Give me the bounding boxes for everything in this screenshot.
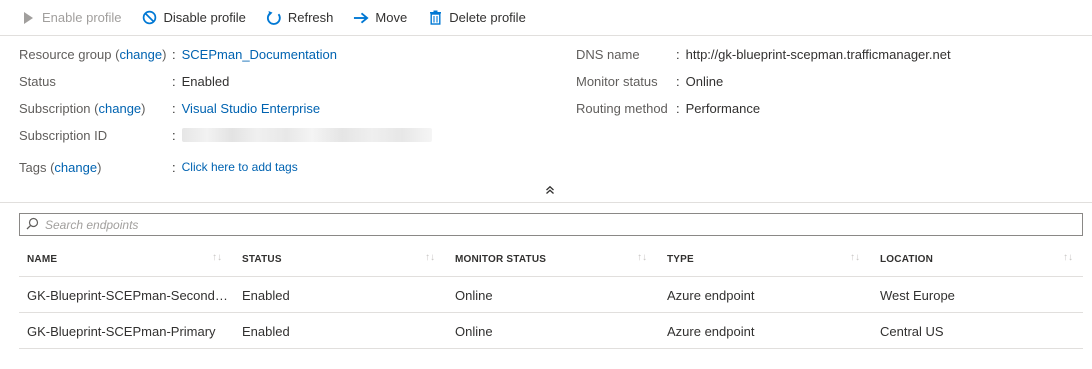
resource-group-label: Resource group [19, 46, 112, 62]
endpoint-name: GK-Blueprint-SCEPman-Primary [27, 323, 216, 339]
disable-profile-label: Disable profile [163, 10, 246, 25]
tags-change-link[interactable]: change [54, 160, 97, 175]
endpoint-location: West Europe [880, 287, 955, 303]
essentials-panel: Resource group (change) : SCEPman_Docume… [0, 36, 1092, 202]
sort-icon[interactable]: ↑↓ [211, 251, 223, 263]
table-row[interactable]: GK-Blueprint-SCEPman-Seconda... Enabled … [19, 277, 1083, 313]
sort-icon[interactable]: ↑↓ [849, 251, 861, 263]
monitor-status-value: Online [685, 73, 724, 89]
add-tags-link[interactable]: Click here to add tags [182, 160, 298, 174]
monitor-status-label: Monitor status [576, 73, 658, 89]
endpoint-location: Central US [880, 323, 944, 339]
sort-icon[interactable]: ↑↓ [636, 251, 648, 263]
routing-method-value: Performance [685, 100, 761, 116]
command-bar: Enable profile Disable profile Refresh M… [0, 0, 1092, 36]
refresh-button[interactable]: Refresh [266, 0, 334, 36]
subscription-id-label: Subscription ID [19, 127, 108, 143]
subscription-id-row: Subscription ID : [19, 125, 432, 145]
delete-profile-button[interactable]: Delete profile [427, 0, 526, 36]
search-icon [26, 217, 39, 233]
disable-profile-button[interactable]: Disable profile [142, 0, 246, 36]
endpoint-monitor-status: Online [455, 287, 493, 303]
refresh-icon [266, 10, 282, 26]
disable-icon [142, 10, 158, 26]
enable-profile-button[interactable]: Enable profile [20, 0, 122, 36]
sort-icon[interactable]: ↑↓ [424, 251, 436, 263]
collapse-chevron-icon [545, 183, 555, 198]
routing-method-label: Routing method [576, 100, 668, 116]
column-header-name[interactable]: NAME [27, 241, 232, 277]
collapse-essentials-button[interactable] [542, 183, 558, 197]
routing-method-row: Routing method : Performance [576, 100, 761, 116]
search-box[interactable] [19, 213, 1083, 236]
dns-name-label: DNS name [576, 46, 640, 62]
monitor-status-row: Monitor status : Online [576, 73, 724, 89]
move-label: Move [375, 10, 408, 25]
resource-group-row: Resource group (change) : SCEPman_Docume… [19, 46, 337, 62]
endpoint-name: GK-Blueprint-SCEPman-Seconda... [27, 287, 232, 303]
section-divider [0, 202, 1092, 203]
column-header-type[interactable]: TYPE [667, 241, 867, 277]
dns-name-row: DNS name : http://gk-blueprint-scepman.t… [576, 46, 951, 62]
search-input[interactable] [45, 214, 1082, 235]
status-row: Status : Enabled [19, 73, 230, 89]
table-row[interactable]: GK-Blueprint-SCEPman-Primary Enabled Onl… [19, 313, 1083, 349]
subscription-row: Subscription (change) : Visual Studio En… [19, 100, 321, 116]
subscription-label: Subscription [19, 100, 91, 116]
status-label: Status [19, 73, 56, 89]
move-button[interactable]: Move [353, 0, 407, 36]
dns-name-value: http://gk-blueprint-scepman.trafficmanag… [685, 46, 951, 62]
resource-group-change-link[interactable]: change [119, 47, 162, 62]
column-header-status[interactable]: STATUS [242, 241, 442, 277]
subscription-id-redacted [181, 128, 432, 142]
endpoint-status: Enabled [242, 287, 290, 303]
sort-icon[interactable]: ↑↓ [1062, 251, 1074, 263]
column-header-monitor-status[interactable]: MONITOR STATUS [455, 241, 655, 277]
table-header: NAME ↑↓ STATUS ↑↓ MONITOR STATUS ↑↓ TYPE… [19, 241, 1083, 277]
tags-label: Tags [19, 159, 47, 175]
resource-group-value[interactable]: SCEPman_Documentation [182, 47, 337, 62]
endpoint-status: Enabled [242, 323, 290, 339]
refresh-label: Refresh [287, 10, 334, 25]
endpoint-monitor-status: Online [455, 323, 493, 339]
trash-icon [427, 10, 443, 26]
play-icon [20, 10, 36, 26]
tags-row: Tags (change) : Click here to add tags [19, 159, 298, 175]
subscription-value[interactable]: Visual Studio Enterprise [182, 101, 321, 116]
endpoint-type: Azure endpoint [667, 323, 755, 339]
subscription-change-link[interactable]: change [99, 101, 142, 116]
column-header-location[interactable]: LOCATION [880, 241, 1070, 277]
move-arrow-icon [353, 10, 369, 26]
enable-profile-label: Enable profile [42, 10, 122, 25]
status-value: Enabled [181, 73, 230, 89]
endpoints-table: NAME ↑↓ STATUS ↑↓ MONITOR STATUS ↑↓ TYPE… [19, 241, 1083, 349]
delete-profile-label: Delete profile [449, 10, 526, 25]
endpoint-type: Azure endpoint [667, 287, 755, 303]
